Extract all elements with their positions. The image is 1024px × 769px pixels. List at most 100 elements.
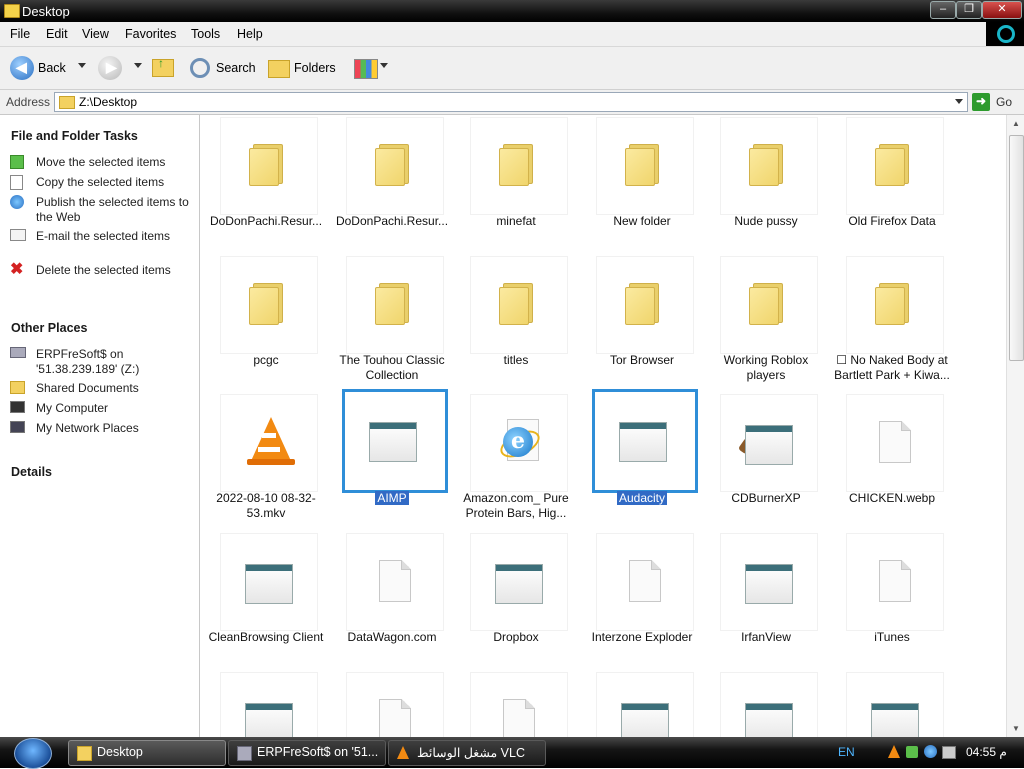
clock[interactable]: 04:55 م bbox=[966, 745, 1007, 759]
menu-edit[interactable]: Edit bbox=[46, 27, 68, 41]
taskbar-button-desktop[interactable]: Desktop bbox=[68, 740, 226, 766]
file-name: ☐ No Naked Body at Bartlett Park + Kiwa.… bbox=[830, 353, 954, 383]
taskbar-button-network-drive[interactable]: ERPFreSoft$ on '51.... bbox=[228, 740, 386, 766]
vlc-tray-icon[interactable] bbox=[888, 745, 900, 758]
document-icon bbox=[503, 699, 535, 737]
back-arrow-icon: ◀ bbox=[10, 56, 34, 80]
file-item[interactable]: CDBurnerXP bbox=[704, 391, 828, 529]
back-button[interactable]: ◀ Back bbox=[8, 47, 90, 89]
file-name-text: DoDonPachi.Resur... bbox=[209, 214, 323, 228]
address-field[interactable]: Z:\Desktop bbox=[54, 92, 968, 112]
file-thumbnail bbox=[471, 257, 567, 353]
chevron-down-icon[interactable] bbox=[380, 63, 388, 68]
chevron-down-icon[interactable] bbox=[134, 63, 142, 68]
chevron-down-icon[interactable] bbox=[951, 93, 967, 111]
file-name-text: pcgc bbox=[253, 353, 279, 367]
file-item[interactable]: e Amazon.com_ Pure Protein Bars, Hig... bbox=[454, 391, 578, 529]
menu-favorites[interactable]: Favorites bbox=[125, 27, 176, 41]
scrollbar-thumb[interactable] bbox=[1009, 135, 1024, 361]
file-name: CHICKEN.webp bbox=[830, 491, 954, 506]
views-button[interactable] bbox=[352, 47, 388, 89]
go-button[interactable]: ➜ Go bbox=[970, 92, 1020, 112]
document-icon bbox=[379, 699, 411, 737]
file-item[interactable]: IrfanView bbox=[704, 530, 828, 668]
file-name-text: iTunes bbox=[874, 630, 910, 644]
tray-green-icon[interactable] bbox=[906, 746, 918, 758]
maximize-button[interactable]: ❐ bbox=[956, 1, 982, 19]
file-item[interactable]: titles bbox=[454, 253, 578, 391]
file-item[interactable]: Old Firefox Data bbox=[830, 115, 954, 252]
file-item[interactable]: CHICKEN.webp bbox=[830, 391, 954, 529]
menu-view[interactable]: View bbox=[82, 27, 109, 41]
file-thumbnail bbox=[347, 257, 443, 353]
file-name-text: DataWagon.com bbox=[347, 630, 437, 644]
search-button[interactable]: Search bbox=[186, 47, 260, 89]
file-thumbnail bbox=[847, 257, 943, 353]
folder-icon bbox=[59, 96, 75, 109]
taskbar-button-vlc[interactable]: مشغل الوسائط VLC bbox=[388, 740, 546, 766]
file-name: Old Firefox Data bbox=[830, 214, 954, 229]
language-indicator[interactable]: EN bbox=[838, 745, 855, 759]
start-button[interactable] bbox=[14, 738, 52, 769]
folders-button[interactable]: Folders bbox=[266, 47, 342, 89]
network-icon bbox=[10, 421, 25, 433]
forward-arrow-icon: ▶ bbox=[98, 56, 122, 80]
file-item[interactable]: New folder bbox=[580, 115, 704, 252]
file-item[interactable]: Working Roblox players bbox=[704, 253, 828, 391]
file-item[interactable]: pcgc bbox=[204, 253, 328, 391]
network-tray-icon[interactable] bbox=[924, 745, 937, 758]
file-item[interactable]: DoDonPachi.Resur... bbox=[204, 115, 328, 252]
file-item[interactable]: 2022-08-10 08-32-53.mkv bbox=[204, 391, 328, 529]
file-name: CDBurnerXP bbox=[704, 491, 828, 506]
scroll-up-arrow-icon[interactable]: ▲ bbox=[1007, 115, 1024, 132]
document-icon bbox=[379, 560, 411, 602]
file-item[interactable]: ☐ No Naked Body at Bartlett Park + Kiwa.… bbox=[830, 253, 954, 391]
file-thumbnail bbox=[347, 673, 443, 737]
file-item[interactable]: Audacity bbox=[580, 391, 704, 529]
file-thumbnail bbox=[721, 534, 817, 630]
close-button[interactable]: ✕ bbox=[982, 1, 1022, 19]
file-item[interactable]: Nude pussy bbox=[704, 115, 828, 252]
up-folder-button[interactable]: ↑ bbox=[150, 47, 178, 89]
file-item[interactable]: Dropbox bbox=[454, 530, 578, 668]
vertical-scrollbar[interactable]: ▲ ▼ bbox=[1006, 115, 1024, 737]
minimize-button[interactable]: ‒ bbox=[930, 1, 956, 19]
details-title[interactable]: Details bbox=[11, 465, 52, 479]
folders-icon bbox=[268, 60, 290, 78]
file-item[interactable] bbox=[830, 669, 954, 737]
file-item[interactable]: minefat bbox=[454, 115, 578, 252]
forward-button[interactable]: ▶ bbox=[96, 47, 146, 89]
file-item[interactable]: The Touhou Classic Collection bbox=[330, 253, 454, 391]
file-item[interactable] bbox=[580, 669, 704, 737]
application-icon bbox=[871, 703, 919, 737]
scroll-down-arrow-icon[interactable]: ▼ bbox=[1007, 720, 1024, 737]
file-thumbnail bbox=[347, 534, 443, 630]
folder-icon bbox=[499, 140, 535, 186]
document-icon bbox=[879, 560, 911, 602]
file-item[interactable]: DataWagon.com bbox=[330, 530, 454, 668]
file-item[interactable] bbox=[330, 669, 454, 737]
menu-help[interactable]: Help bbox=[237, 27, 263, 41]
file-item[interactable]: CleanBrowsing Client bbox=[204, 530, 328, 668]
menu-file[interactable]: File bbox=[10, 27, 30, 41]
chevron-down-icon[interactable] bbox=[78, 63, 86, 68]
file-thumbnail bbox=[471, 534, 567, 630]
computer-tray-icon[interactable] bbox=[942, 746, 956, 759]
file-name-text: Interzone Exploder bbox=[591, 630, 693, 644]
file-item[interactable]: DoDonPachi.Resur... bbox=[330, 115, 454, 252]
file-item[interactable]: iTunes bbox=[830, 530, 954, 668]
file-item[interactable]: Interzone Exploder bbox=[580, 530, 704, 668]
file-name: pcgc bbox=[204, 353, 328, 368]
file-thumbnail bbox=[597, 118, 693, 214]
window-title: Desktop bbox=[22, 4, 70, 19]
file-thumbnail: e bbox=[471, 395, 567, 491]
other-places-title[interactable]: Other Places bbox=[11, 321, 87, 335]
file-item[interactable]: AIMP bbox=[330, 391, 454, 529]
file-item[interactable] bbox=[704, 669, 828, 737]
file-folder-tasks-title[interactable]: File and Folder Tasks bbox=[11, 129, 138, 143]
file-item[interactable]: Tor Browser bbox=[580, 253, 704, 391]
menu-tools[interactable]: Tools bbox=[191, 27, 220, 41]
file-item[interactable] bbox=[454, 669, 578, 737]
file-item[interactable] bbox=[204, 669, 328, 737]
file-name: minefat bbox=[454, 214, 578, 229]
